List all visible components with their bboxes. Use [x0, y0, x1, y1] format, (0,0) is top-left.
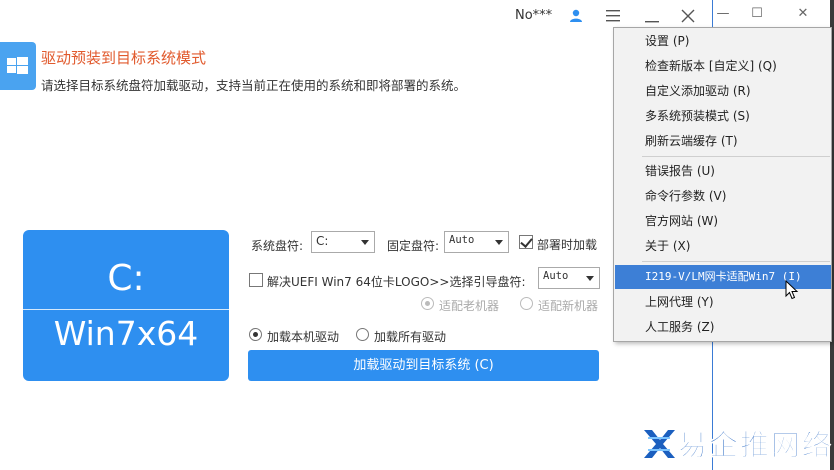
old-machine-radio[interactable] [421, 297, 434, 310]
menu-separator [642, 156, 830, 157]
main-menu-dropdown: 设置 (P) 检查新版本 [自定义] (Q) 自定义添加驱动 (R) 多系统预装… [613, 27, 832, 342]
target-drive-tile: C: Win7x64 [23, 230, 229, 381]
new-machine-radio[interactable] [520, 297, 533, 310]
chevron-down-icon [586, 276, 594, 281]
windows-logo-icon [0, 42, 36, 90]
deploy-load-label: 部署时加载 [537, 238, 598, 252]
watermark: 易企推网络 [642, 422, 832, 466]
menu-item-settings[interactable]: 设置 (P) [615, 29, 831, 53]
watermark-text: 易企推网络 [678, 428, 834, 463]
menu-item-custom-driver[interactable]: 自定义添加驱动 (R) [615, 79, 831, 103]
bg-maximize-icon[interactable]: ☐ [747, 6, 767, 22]
drive-letter: C: [107, 258, 145, 299]
fixed-drive-value: Auto [449, 234, 475, 246]
bg-minimize-icon[interactable]: — [713, 6, 733, 22]
drive-os: Win7x64 [53, 314, 199, 353]
user-icon[interactable] [566, 6, 586, 26]
menu-item-support[interactable]: 人工服务 (Z) [615, 315, 831, 339]
mouse-cursor-icon [785, 279, 799, 303]
watermark-logo-icon [644, 430, 675, 458]
drive-tile-divider [23, 309, 229, 310]
menu-item-check-update[interactable]: 检查新版本 [自定义] (Q) [615, 54, 831, 78]
load-drivers-button[interactable]: 加载驱动到目标系统 (C) [248, 350, 599, 381]
uefi-fix-checkbox[interactable] [249, 273, 263, 287]
bg-close-icon[interactable]: ✕ [793, 6, 813, 22]
chevron-down-icon [361, 240, 369, 245]
load-local-label: 加载本机驱动 [267, 330, 340, 344]
page-title: 驱动预装到目标系统模式 [41, 49, 207, 67]
chevron-down-icon [495, 240, 503, 245]
boot-drive-value: Auto [543, 270, 569, 282]
load-all-label: 加载所有驱动 [374, 330, 447, 344]
new-machine-label: 适配新机器 [538, 299, 599, 313]
old-machine-label: 适配老机器 [439, 299, 500, 313]
fixed-drive-select[interactable]: Auto [444, 231, 509, 253]
menu-item-about[interactable]: 关于 (X) [615, 234, 831, 258]
menu-item-command-line[interactable]: 命令行参数 (V) [615, 184, 831, 208]
background-window-controls: — ☐ ✕ [713, 6, 834, 22]
menu-item-error-report[interactable]: 错误报告 (U) [615, 159, 831, 183]
menu-item-refresh-cache[interactable]: 刷新云端缓存 (T) [615, 129, 831, 153]
load-all-radio[interactable] [356, 328, 369, 341]
page-description: 请选择目标系统盘符加载驱动，支持当前正在使用的系统和即将部署的系统。 [41, 78, 467, 93]
user-name: No*** [515, 8, 553, 23]
boot-drive-select[interactable]: Auto [538, 267, 600, 289]
menu-separator [642, 261, 830, 262]
load-local-radio[interactable] [249, 328, 262, 341]
deploy-load-checkbox[interactable] [519, 235, 533, 249]
fixed-drive-label: 固定盘符: [387, 239, 440, 253]
system-drive-value: C: [316, 234, 329, 248]
minimize-icon[interactable] [642, 6, 662, 26]
system-drive-select[interactable]: C: [311, 231, 375, 253]
menu-item-multi-system[interactable]: 多系统预装模式 (S) [615, 104, 831, 128]
system-drive-label: 系统盘符: [251, 239, 304, 253]
menu-icon[interactable] [603, 6, 623, 26]
uefi-fix-label: 解决UEFI Win7 64位卡LOGO>>选择引导盘符: [267, 275, 526, 289]
close-icon[interactable] [678, 6, 698, 26]
menu-item-website[interactable]: 官方网站 (W) [615, 209, 831, 233]
